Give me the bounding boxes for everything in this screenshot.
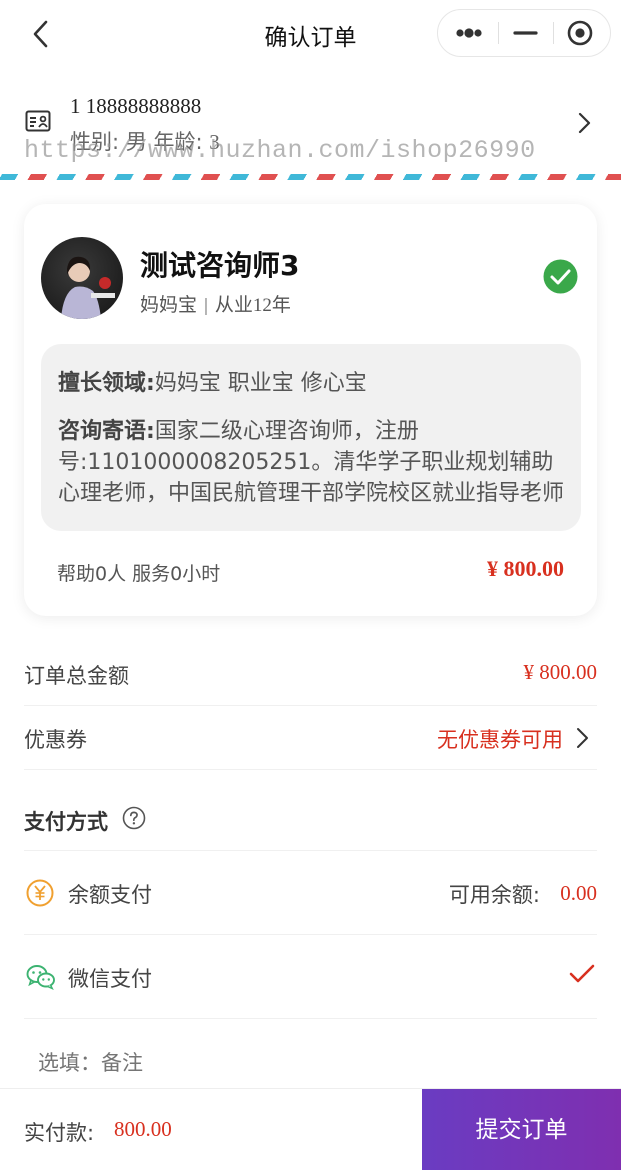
mini-program-capsule <box>437 9 611 57</box>
submit-order-button[interactable]: 提交订单 <box>422 1089 621 1170</box>
expertise-line: 擅长领域:妈妈宝 职业宝 修心宝 <box>58 368 564 399</box>
chevron-right-icon <box>578 112 591 134</box>
help-question-icon[interactable] <box>122 806 146 830</box>
balance-pay-option[interactable]: 余额支付 可用余额: 0.00 <box>24 851 597 935</box>
watermark-text: https://www.huzhan.com/ishop26990 <box>24 136 536 165</box>
order-total-label: 订单总金额 <box>24 664 129 688</box>
minimize-button[interactable] <box>499 10 553 56</box>
counselor-stats: 帮助0人 服务0小时 <box>57 563 221 585</box>
subtitle-separator: | <box>203 296 209 316</box>
counselor-name: 测试咨询师3 <box>140 249 300 282</box>
counselor-price: ¥ 800.00 <box>487 556 564 581</box>
counselor-info-box: 擅长领域:妈妈宝 职业宝 修心宝 咨询寄语:国家二级心理咨询师，注册号:1101… <box>41 344 581 531</box>
check-circle-icon <box>543 259 578 294</box>
counselor-tag: 妈妈宝 <box>140 294 198 316</box>
available-balance-label: 可用余额: <box>448 883 540 907</box>
close-mini-program-button[interactable] <box>554 10 610 56</box>
remark-input[interactable] <box>38 1047 578 1081</box>
airmail-stripe-divider <box>0 174 621 180</box>
minus-icon <box>513 31 538 35</box>
more-dots-icon <box>456 28 482 38</box>
patient-name-phone: 1 18888888888 <box>70 94 202 118</box>
chevron-right-icon <box>577 728 588 748</box>
avatar-portrait <box>61 256 115 319</box>
expertise-value: 妈妈宝 职业宝 修心宝 <box>154 371 367 396</box>
more-button[interactable] <box>438 10 498 56</box>
target-circle-icon <box>567 20 593 46</box>
pay-amount-label: 实付款: <box>24 1121 95 1145</box>
id-card-icon <box>25 110 51 132</box>
order-total-value: ¥ 800.00 <box>523 660 598 684</box>
counselor-subtitle: 妈妈宝 | 从业12年 <box>140 290 291 317</box>
counselor-experience: 从业12年 <box>214 295 291 316</box>
motto-line: 咨询寄语:国家二级心理咨询师，注册号:1101000008205251。清华学子… <box>58 416 564 509</box>
checkmark-icon <box>569 964 595 983</box>
nav-bar: 确认订单 <box>0 0 621 66</box>
counselor-card: 测试咨询师3 妈妈宝 | 从业12年 擅长领域:妈妈宝 职业宝 修心宝 咨询寄语… <box>24 204 597 616</box>
coupon-row[interactable]: 优惠券 无优惠券可用 <box>24 706 597 770</box>
pay-amount-value: 800.00 <box>114 1117 172 1141</box>
coupon-value: 无优惠券可用 <box>437 728 563 752</box>
bottom-bar: 实付款: 800.00 提交订单 <box>0 1088 621 1170</box>
motto-label: 咨询寄语: <box>58 419 155 444</box>
available-balance-value: 0.00 <box>560 881 597 905</box>
wechat-icon <box>26 965 55 991</box>
expertise-label: 擅长领域: <box>58 371 155 396</box>
counselor-avatar <box>41 237 123 319</box>
yuan-coin-icon <box>26 879 54 907</box>
wechat-pay-option[interactable]: 微信支付 <box>24 935 597 1019</box>
payment-method-title: 支付方式 <box>24 810 108 834</box>
coupon-label: 优惠券 <box>24 728 87 752</box>
balance-pay-label: 余额支付 <box>68 883 152 907</box>
order-total-row: 订单总金额 ¥ 800.00 <box>24 642 597 706</box>
wechat-pay-label: 微信支付 <box>68 967 152 991</box>
